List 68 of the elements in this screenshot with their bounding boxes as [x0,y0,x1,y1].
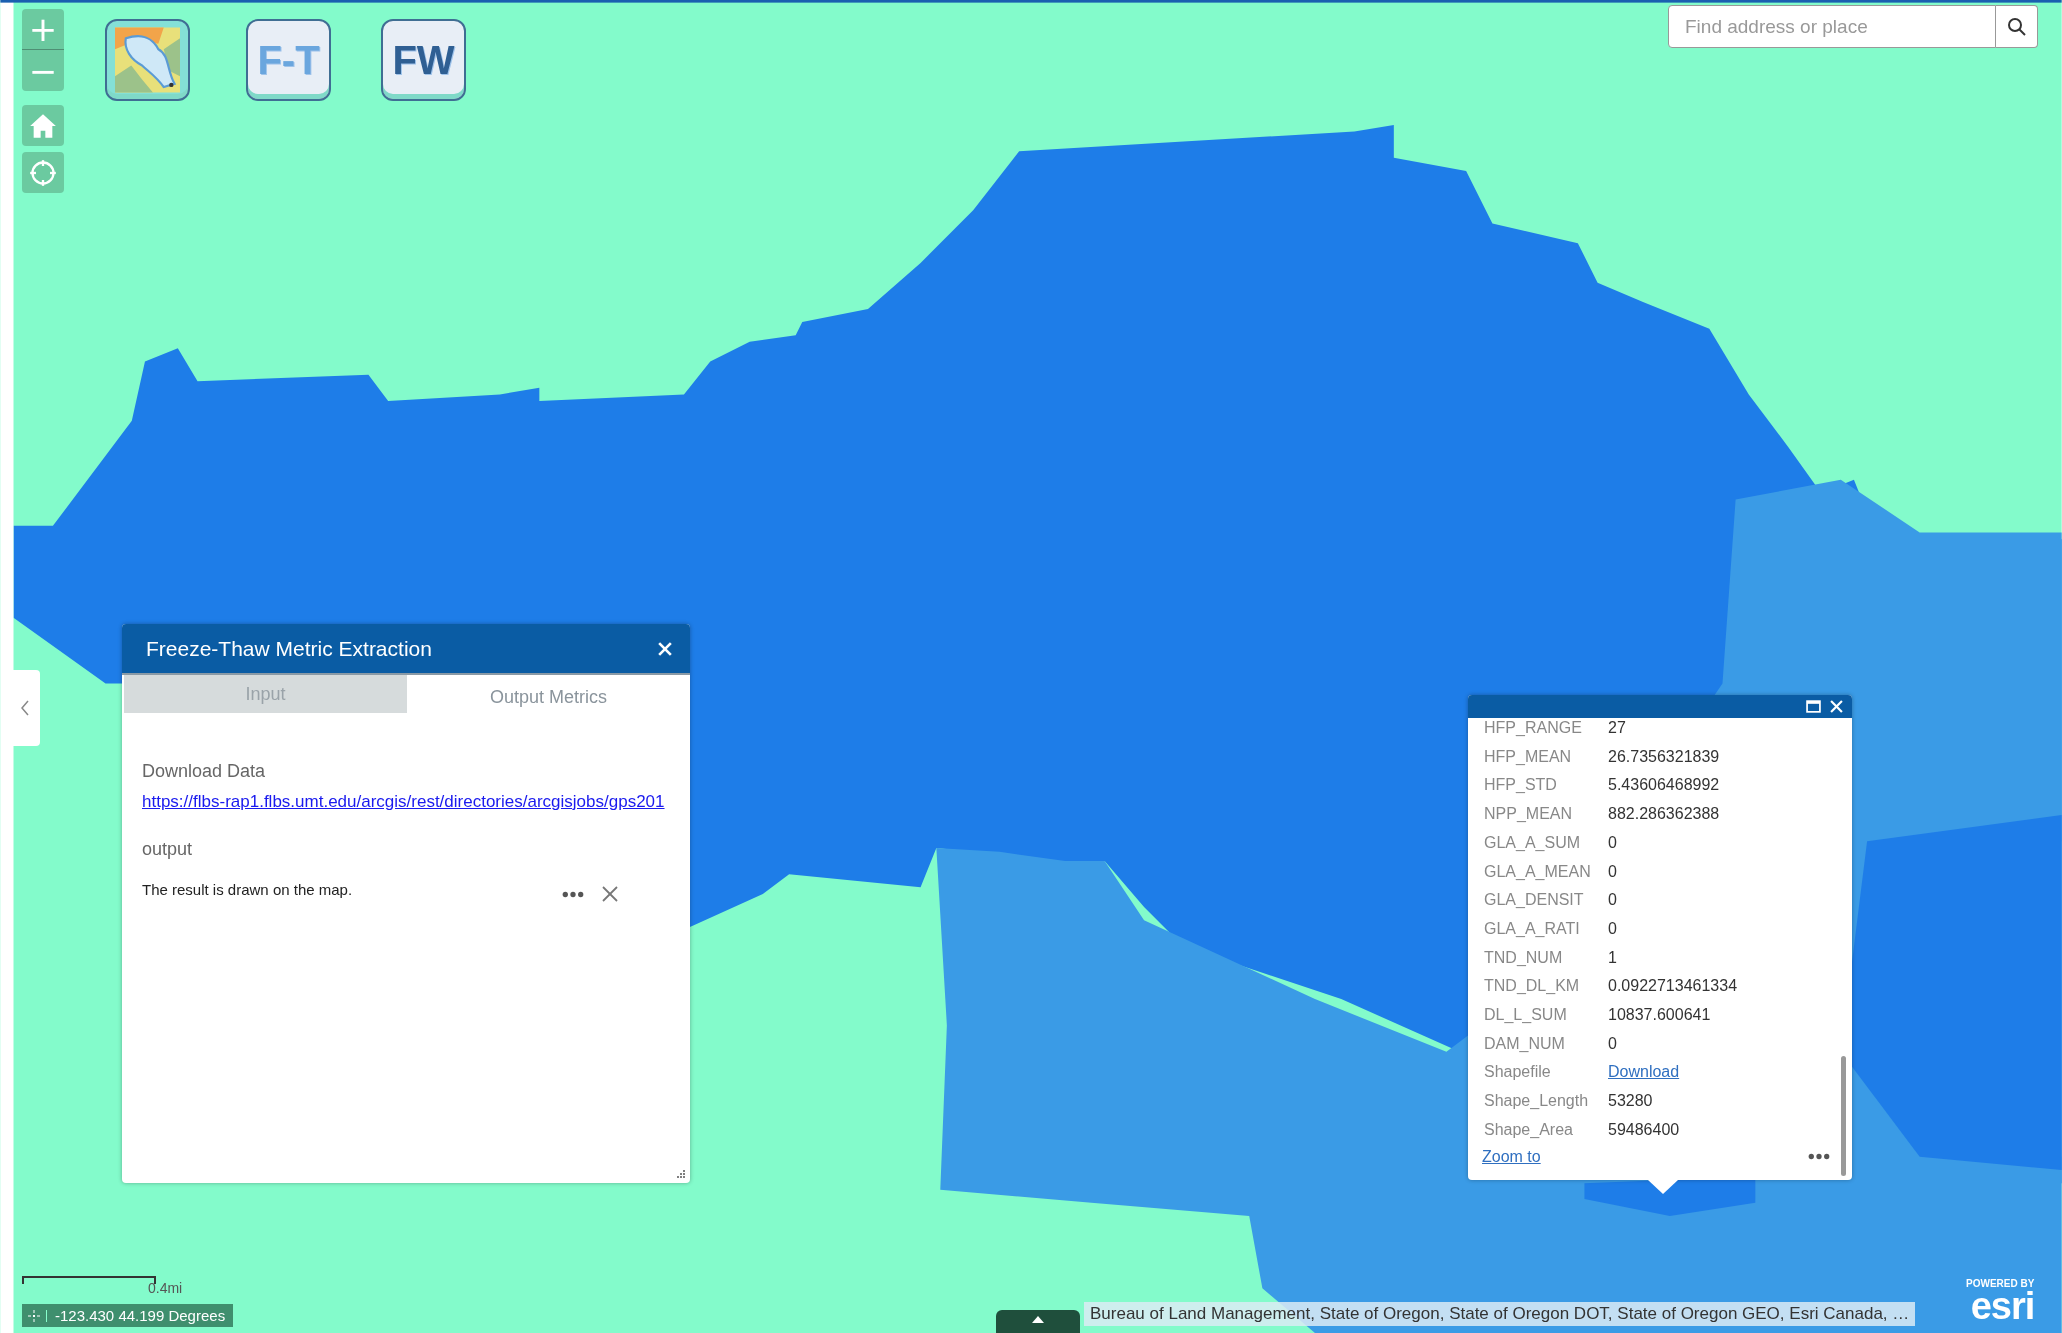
watershed-tool-button[interactable] [105,19,190,101]
toolbar-button[interactable]: FW [381,19,466,101]
field-label: HFP_RANGE [1484,718,1583,738]
resize-grip-icon[interactable] [676,1169,686,1179]
toolbar-button[interactable]: F-T [246,19,331,101]
logo-caption: POWERED BY [1966,1278,2035,1289]
field-value: 0 [1608,861,1618,882]
field-value: 0 [1608,1033,1618,1054]
close-icon [1829,700,1844,713]
logo-text: esri [1970,1289,2035,1323]
field-label: Shapefile [1484,1062,1552,1083]
scrollbar[interactable] [1841,1056,1846,1176]
field-value: 0 [1608,832,1618,853]
field-label: GLA_A_SUM [1484,832,1582,853]
remove-button[interactable] [600,884,620,904]
more-icon [562,890,584,898]
search-icon [2006,16,2027,37]
search-field[interactable]: Find address or place [1668,5,1996,48]
field-label: GLA_A_MEAN [1484,861,1592,882]
download-link[interactable]: Download [1608,1062,1680,1083]
field-value: 882.286362388 [1608,804,1721,824]
field-value: 0.0922713461334 [1608,976,1738,996]
field-value: 0 [1608,918,1618,939]
field-value: 26.7356321839 [1608,746,1721,767]
field-value: 53280 [1608,1091,1654,1111]
attribution-text: Bureau of Land Management, State of Oregon, State of Oregon DOT, State of Oregon GEO, Esri Canada, … [1084,1302,1916,1326]
field-label: HFP_MEAN [1484,746,1573,767]
close-button[interactable] [1829,700,1844,713]
search-button[interactable] [1996,5,2038,48]
zoom-in-button[interactable]: + [22,9,64,50]
field-value: 5.43606468992 [1608,775,1721,796]
download-link[interactable]: https://flbs-rap1.flbs.umt.edu/arcgis/rest/directories/arcgisjobs/gps201 [142,790,672,813]
field-value: 59486400 [1608,1119,1681,1140]
field-label: GLA_DENSIT [1484,890,1585,910]
more-button[interactable] [1808,1153,1830,1161]
watershed-map-icon [115,27,180,93]
result-text: The result is drawn on the map. [142,880,354,898]
chevron-left-icon [20,700,30,716]
field-label: NPP_MEAN [1484,804,1574,824]
section-title: Download Data [142,761,266,782]
close-icon [658,641,672,656]
zoom-to-link[interactable]: Zoom to [1482,1147,1541,1166]
field-value: 27 [1608,718,1627,738]
field-label: DAM_NUM [1484,1033,1566,1054]
locate-icon [29,158,57,187]
scale-bar-icon [22,1276,156,1284]
field-value: 10837.600641 [1608,1005,1712,1025]
field-label: TND_NUM [1484,947,1564,968]
coordinate-text: -123.430 44.199 Degrees [54,1307,227,1324]
maximize-button[interactable] [1806,700,1821,713]
field-value: 1 [1608,947,1618,968]
field-label: DL_L_SUM [1484,1005,1568,1025]
caret-up-icon [1032,1316,1044,1323]
field-label: GLA_A_RATI [1484,918,1581,939]
field-label: TND_DL_KM [1484,976,1581,996]
field-label: Shape_Length [1484,1091,1590,1111]
field-label: HFP_STD [1484,775,1558,796]
scale-label: 0.4mi [148,1280,183,1296]
panel-title: Freeze-Thaw Metric Extraction [146,636,432,661]
tab[interactable]: Input [124,675,407,713]
maximize-icon [1806,700,1821,713]
section-title: output [142,839,193,860]
close-icon [602,886,618,902]
more-icon [1808,1153,1830,1161]
zoom-out-button[interactable]: − [22,50,64,91]
attribution-toggle[interactable] [996,1310,1080,1333]
field-value: 0 [1608,890,1618,910]
field-label: Shape_Area [1484,1119,1574,1140]
